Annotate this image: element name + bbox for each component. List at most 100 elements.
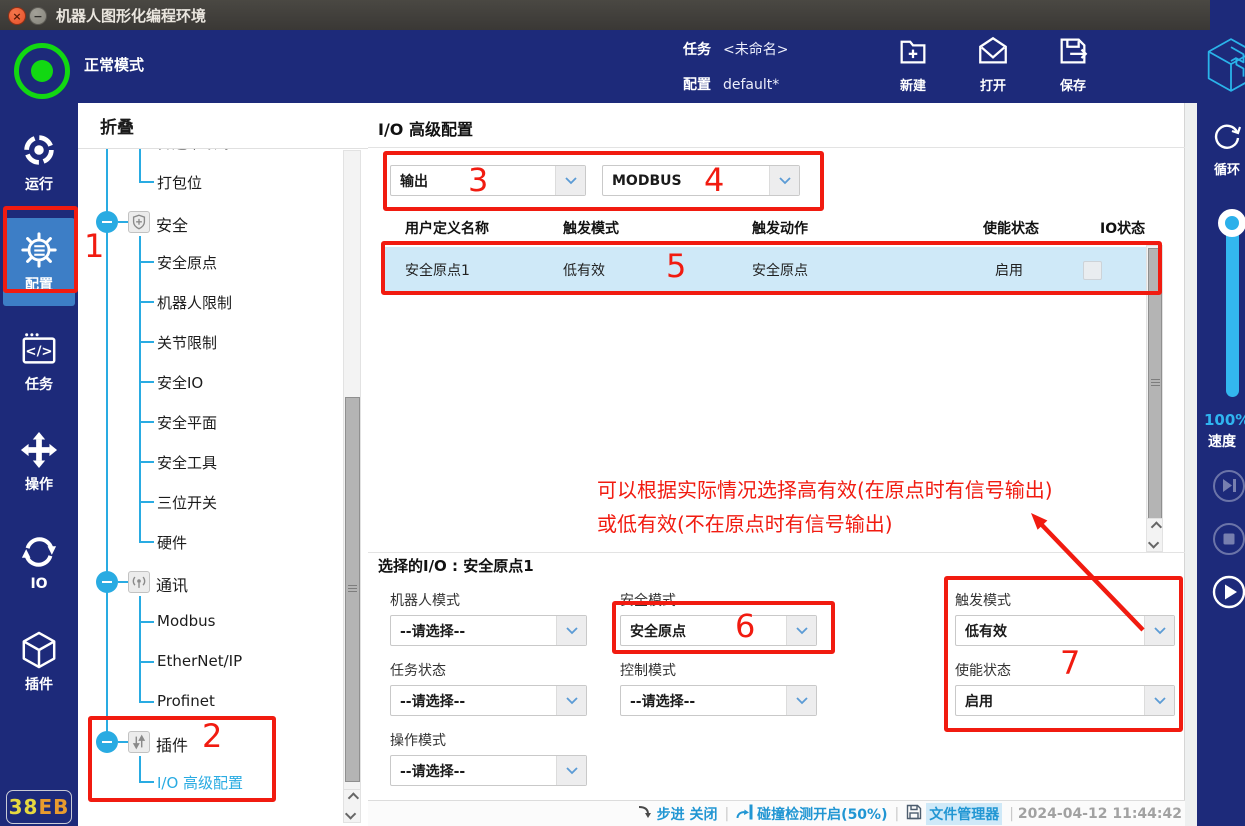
bus-select[interactable]: MODBUS <box>602 165 800 196</box>
tree-item[interactable]: 三位开关 <box>157 492 217 513</box>
scrollbar-thumb[interactable] <box>345 397 360 782</box>
safety-mode-label: 安全模式 <box>620 590 676 610</box>
operate-icon <box>20 431 58 471</box>
scroll-up-icon[interactable] <box>344 789 360 806</box>
scroll-up-icon[interactable] <box>1147 518 1162 535</box>
tree-item[interactable]: I/O 高级配置 <box>157 772 243 793</box>
save-button[interactable]: 保存 <box>1041 34 1105 100</box>
separator: | <box>1009 806 1014 822</box>
chevron-down-icon <box>769 166 799 195</box>
scrollbar-thumb[interactable] <box>1148 248 1162 519</box>
tree-item[interactable]: 关节限制 <box>157 332 217 353</box>
tree-connector <box>139 181 154 183</box>
minimize-icon[interactable]: − <box>29 7 47 25</box>
tree-item[interactable]: 安全工具 <box>157 452 217 473</box>
sidebar-item-plugin[interactable]: 插件 <box>0 612 78 712</box>
sidebar-item-box: 操作 <box>3 418 75 506</box>
tree-item[interactable]: 安全原点 <box>157 252 217 273</box>
step-status[interactable]: 步进 关闭 <box>638 804 718 824</box>
sidebar-item-label: 运行 <box>25 174 53 194</box>
main-panel: I/O 高级配置 输出 MODBUS 用户定义名称触发模式触发动作使能状态IO状… <box>368 103 1185 826</box>
scroll-down-icon[interactable] <box>1147 535 1162 551</box>
table-scrollbar[interactable] <box>1146 245 1163 552</box>
window-titlebar: × − 机器人图形化编程环境 <box>0 0 1210 31</box>
file-manager-button[interactable]: 文件管理器 <box>906 803 1002 825</box>
new-button[interactable]: 新建 <box>881 34 945 100</box>
page-title: I/O 高级配置 <box>378 116 473 140</box>
operate-mode-select[interactable]: --请选择-- <box>390 755 587 786</box>
speed-slider-track[interactable] <box>1226 215 1239 397</box>
tree-item[interactable]: 通讯 <box>156 572 188 596</box>
robot-mode-select[interactable]: --请选择-- <box>390 615 587 646</box>
collision-status[interactable]: 碰撞检测开启(50%) <box>736 804 887 824</box>
sidebar-item-io[interactable]: IO <box>0 512 78 612</box>
run-icon <box>20 131 58 171</box>
tree-item[interactable]: 打包位 <box>157 172 202 193</box>
enable-state-select[interactable]: 启用 <box>955 685 1175 716</box>
collapse-toggle-icon[interactable] <box>96 731 118 753</box>
config-icon <box>20 231 58 271</box>
corner-fill <box>1210 0 1245 31</box>
trigger-mode-select[interactable]: 低有效 <box>955 615 1175 646</box>
tree-item[interactable]: EtherNet/IP <box>157 652 242 670</box>
tree-item[interactable]: 安全IO <box>157 372 203 393</box>
task-icon: </> <box>20 331 58 371</box>
save-icon <box>1056 34 1090 72</box>
io-state-checkbox[interactable] <box>1083 261 1102 280</box>
chevron-down-icon <box>786 686 816 715</box>
robot-mode-label: 机器人模式 <box>390 590 460 610</box>
play-button[interactable] <box>1212 575 1245 609</box>
stop-button[interactable] <box>1212 522 1245 556</box>
sidebar-item-label: 配置 <box>25 274 53 294</box>
tree-scrollbar[interactable] <box>343 150 361 823</box>
task-state-value: --请选择-- <box>391 691 556 711</box>
sidebar-item-config[interactable]: 配置 <box>0 212 78 312</box>
badge-part1: 38 <box>9 795 39 819</box>
tree-item[interactable]: 安全 <box>156 212 188 236</box>
collapse-toggle-icon[interactable] <box>96 571 118 593</box>
task-label: 任务 <box>683 42 711 58</box>
config-tree-panel: 折叠 传送带跟踪打包位安全安全原点机器人限制关节限制安全IO安全平面安全工具三位… <box>78 103 369 826</box>
io-direction-select[interactable]: 输出 <box>390 165 586 196</box>
left-sidebar: 运行配置</>任务操作IO插件 38EB <box>0 103 78 826</box>
sidebar-item-run[interactable]: 运行 <box>0 112 78 212</box>
sidebar-item-label: IO <box>30 576 47 592</box>
tree-body: 传送带跟踪打包位安全安全原点机器人限制关节限制安全IO安全平面安全工具三位开关硬… <box>78 148 342 826</box>
speed-slider-handle[interactable] <box>1218 209 1245 237</box>
skip-button[interactable] <box>1212 469 1245 503</box>
collapse-header[interactable]: 折叠 <box>78 103 368 149</box>
chevron-down-icon <box>1144 616 1174 645</box>
open-label: 打开 <box>980 75 1006 94</box>
cell-action: 安全原点 <box>752 260 808 280</box>
tree-connector <box>139 421 154 423</box>
close-icon[interactable]: × <box>8 7 26 25</box>
sidebar-item-task[interactable]: </>任务 <box>0 312 78 412</box>
table-row[interactable]: 安全原点1 低有效 安全原点 启用 <box>384 247 1146 292</box>
open-icon <box>976 34 1010 72</box>
chevron-down-icon <box>556 756 586 785</box>
scroll-down-icon[interactable] <box>344 806 360 822</box>
collapse-toggle-icon[interactable] <box>96 211 118 233</box>
tree-item[interactable]: 机器人限制 <box>157 292 232 313</box>
tree-item[interactable]: Profinet <box>157 692 215 710</box>
trigger-mode-label: 触发模式 <box>955 590 1011 610</box>
sidebar-item-operate[interactable]: 操作 <box>0 412 78 512</box>
control-mode-value: --请选择-- <box>621 691 786 711</box>
tree-item[interactable]: 安全平面 <box>157 412 217 433</box>
open-button[interactable]: 打开 <box>961 34 1025 100</box>
cell-enable: 启用 <box>995 260 1023 280</box>
safety-mode-select[interactable]: 安全原点 <box>620 615 817 646</box>
loop-mode-button[interactable]: 循环 <box>1209 119 1245 178</box>
divider <box>368 552 1185 553</box>
task-state-select[interactable]: --请选择-- <box>390 685 587 716</box>
tree-item[interactable]: Modbus <box>157 612 215 630</box>
tree-item[interactable]: 硬件 <box>157 532 187 553</box>
sidebar-item-label: 操作 <box>25 474 53 494</box>
column-header: IO状态 <box>1100 218 1145 238</box>
save-label: 保存 <box>1060 75 1086 94</box>
collapse-label: 折叠 <box>100 113 134 138</box>
column-header: 用户定义名称 <box>405 218 489 238</box>
control-mode-select[interactable]: --请选择-- <box>620 685 817 716</box>
tree-connector <box>139 501 154 503</box>
tree-item[interactable]: 插件 <box>156 732 188 756</box>
